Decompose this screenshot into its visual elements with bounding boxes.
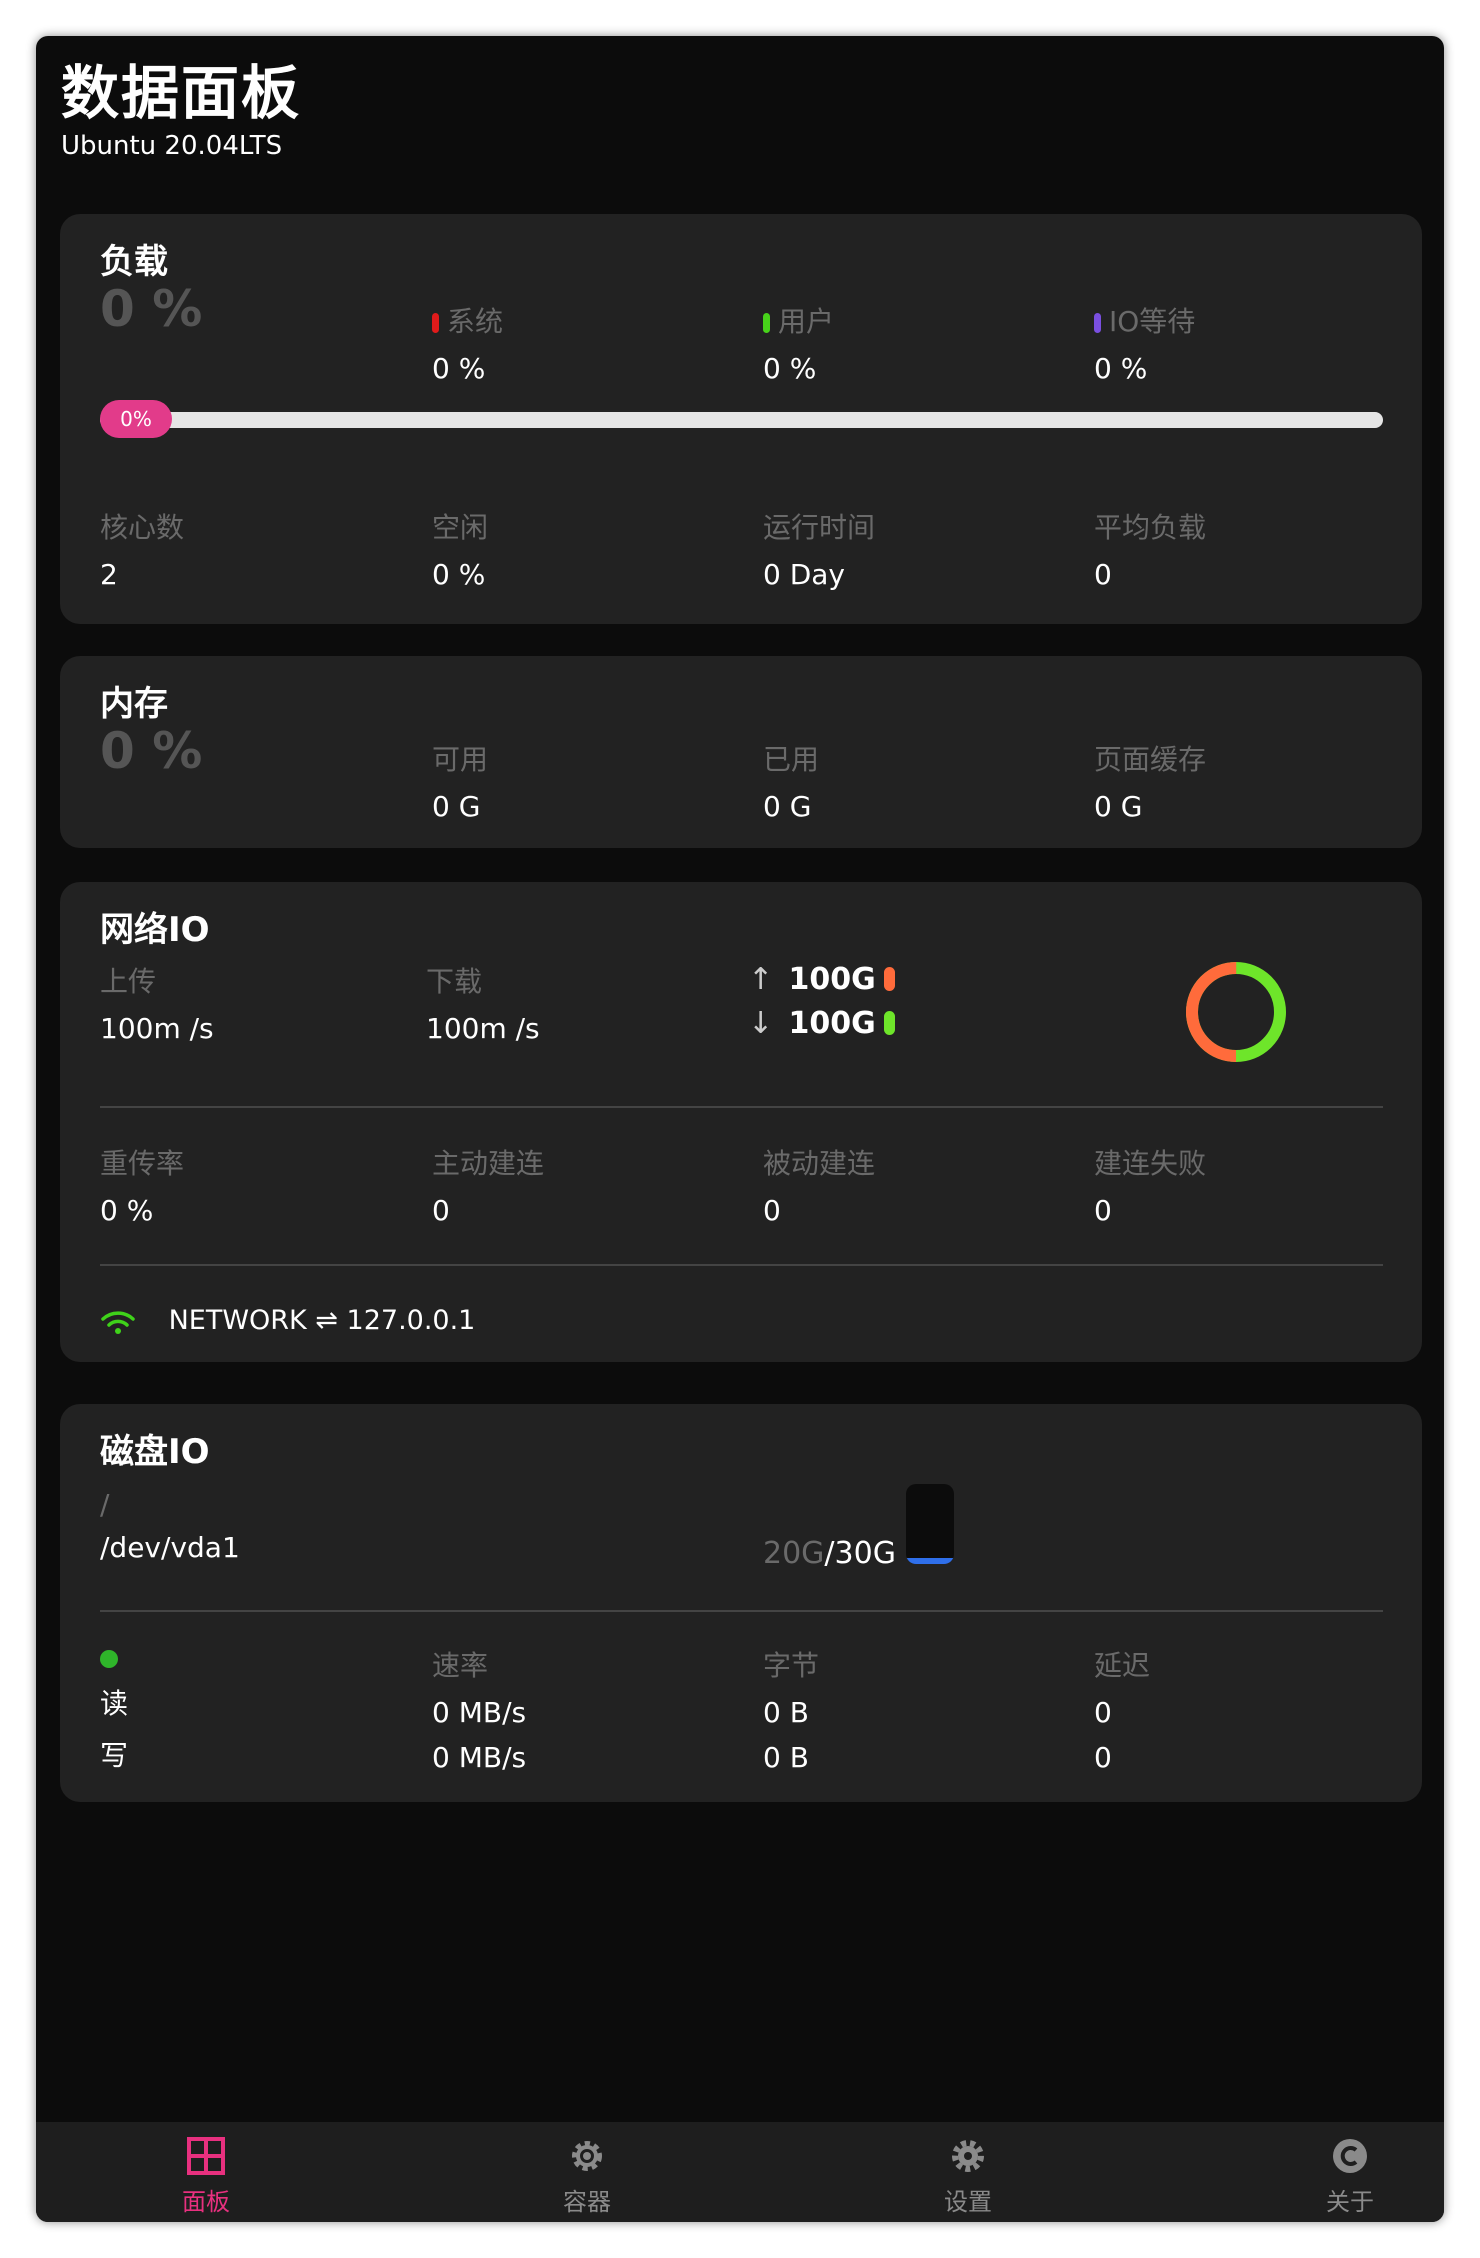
grid-icon: [187, 2137, 225, 2175]
disk-usage-fill: [906, 1558, 954, 1564]
app-window: 数据面板 Ubuntu 20.04LTS 负载 0 % 系统 0 % 用户 0 …: [36, 36, 1444, 2222]
network-divider-bottom: [100, 1264, 1383, 1266]
system-color-marker: [432, 313, 439, 333]
bottom-nav: 面板 容器 设置 关于: [36, 2122, 1444, 2222]
network-divider-top: [100, 1106, 1383, 1108]
mount-point: /: [100, 1488, 110, 1521]
load-system-stat: 系统 0 %: [432, 305, 504, 385]
nav-dashboard[interactable]: 面板: [56, 2122, 356, 2222]
load-progress-track: [100, 412, 1383, 428]
load-percent: 0 %: [100, 280, 203, 338]
network-address: NETWORK ⇌ 127.0.0.1: [100, 1305, 475, 1336]
nav-settings[interactable]: 设置: [818, 2122, 1118, 2222]
active-connections-stat: 主动建连 0: [432, 1147, 545, 1227]
disk-mount-stat: / /dev/vda1: [100, 1488, 240, 1564]
copyright-icon: [1333, 2139, 1367, 2173]
network-card: 网络IO 上传 100m /s 下载 100m /s ↑ 100G ↓ 100G…: [60, 882, 1422, 1362]
core-count-stat: 核心数 2: [100, 511, 185, 591]
disk-divider: [100, 1610, 1383, 1612]
memory-available-stat: 可用 0 G: [432, 743, 489, 823]
memory-card: 内存 0 % 可用 0 G 已用 0 G 页面缓存 0 G: [60, 656, 1422, 848]
gear-icon: [952, 2140, 984, 2172]
wifi-icon: [101, 1310, 135, 1334]
total-download: ↓ 100G: [748, 1006, 895, 1041]
page-header: 数据面板 Ubuntu 20.04LTS: [61, 60, 301, 161]
retransmit-rate-stat: 重传率 0 %: [100, 1147, 185, 1227]
passive-connections-stat: 被动建连 0: [763, 1147, 876, 1227]
disk-total: /30G: [824, 1536, 896, 1571]
upload-color-marker: [883, 967, 895, 991]
memory-percent: 0 %: [100, 722, 203, 780]
read-rate: 0 MB/s: [432, 1696, 527, 1729]
iowait-color-marker: [1094, 313, 1101, 333]
memory-used-stat: 已用 0 G: [763, 743, 820, 823]
user-color-marker: [763, 313, 770, 333]
download-stat: 下载 100m /s: [426, 965, 540, 1045]
memory-cache-stat: 页面缓存 0 G: [1094, 743, 1207, 823]
total-upload: ↑ 100G: [748, 962, 895, 997]
disk-status-dot: [100, 1650, 118, 1668]
load-progress-label: 0%: [100, 400, 172, 438]
disk-card: 磁盘IO / /dev/vda1 20G/30G 读 写 速率 0 MB/s 0…: [60, 1404, 1422, 1802]
read-bytes: 0 B: [763, 1696, 809, 1729]
load-average-stat: 平均负载 0: [1094, 511, 1207, 591]
load-card: 负载 0 % 系统 0 % 用户 0 % IO等待 0 % 0% 核心数 2 空…: [60, 214, 1422, 624]
nav-containers[interactable]: 容器: [437, 2122, 737, 2222]
memory-title: 内存: [100, 684, 168, 724]
os-version: Ubuntu 20.04LTS: [61, 130, 283, 161]
failed-connections-stat: 建连失败 0: [1094, 1147, 1207, 1227]
disk-latency-column: 延迟 0 0: [1094, 1649, 1151, 1774]
disk-usage-text: 20G/30G: [763, 1536, 896, 1571]
disk-bytes-column: 字节 0 B 0 B: [763, 1649, 820, 1774]
disk-usage-gauge: [906, 1484, 954, 1564]
disk-used: 20G: [763, 1536, 825, 1571]
uptime-stat: 运行时间 0 Day: [763, 511, 876, 591]
page-title: 数据面板: [61, 59, 302, 127]
network-ring-chart: [1186, 962, 1286, 1062]
load-user-stat: 用户 0 %: [763, 305, 835, 385]
read-label: 读: [100, 1687, 129, 1720]
read-latency: 0: [1094, 1696, 1112, 1729]
write-label: 写: [100, 1739, 129, 1772]
disk-title: 磁盘IO: [100, 1432, 210, 1472]
nav-about[interactable]: 关于: [1200, 2122, 1444, 2222]
disk-rate-column: 速率 0 MB/s 0 MB/s: [432, 1649, 527, 1774]
idle-stat: 空闲 0 %: [432, 511, 489, 591]
download-color-marker: [883, 1011, 895, 1035]
load-iowait-stat: IO等待 0 %: [1094, 305, 1196, 385]
upload-stat: 上传 100m /s: [100, 965, 214, 1045]
write-rate: 0 MB/s: [432, 1741, 527, 1774]
write-bytes: 0 B: [763, 1741, 809, 1774]
network-address-text: NETWORK ⇌ 127.0.0.1: [168, 1305, 476, 1336]
write-latency: 0: [1094, 1741, 1112, 1774]
disk-row-labels: 读 写: [100, 1650, 128, 1774]
network-title: 网络IO: [100, 910, 210, 950]
arrow-down-icon: ↓: [748, 1006, 774, 1041]
gear-icon: [572, 2141, 602, 2171]
device-name: /dev/vda1: [100, 1531, 240, 1564]
load-title: 负载: [100, 242, 168, 282]
arrow-up-icon: ↑: [748, 962, 774, 997]
